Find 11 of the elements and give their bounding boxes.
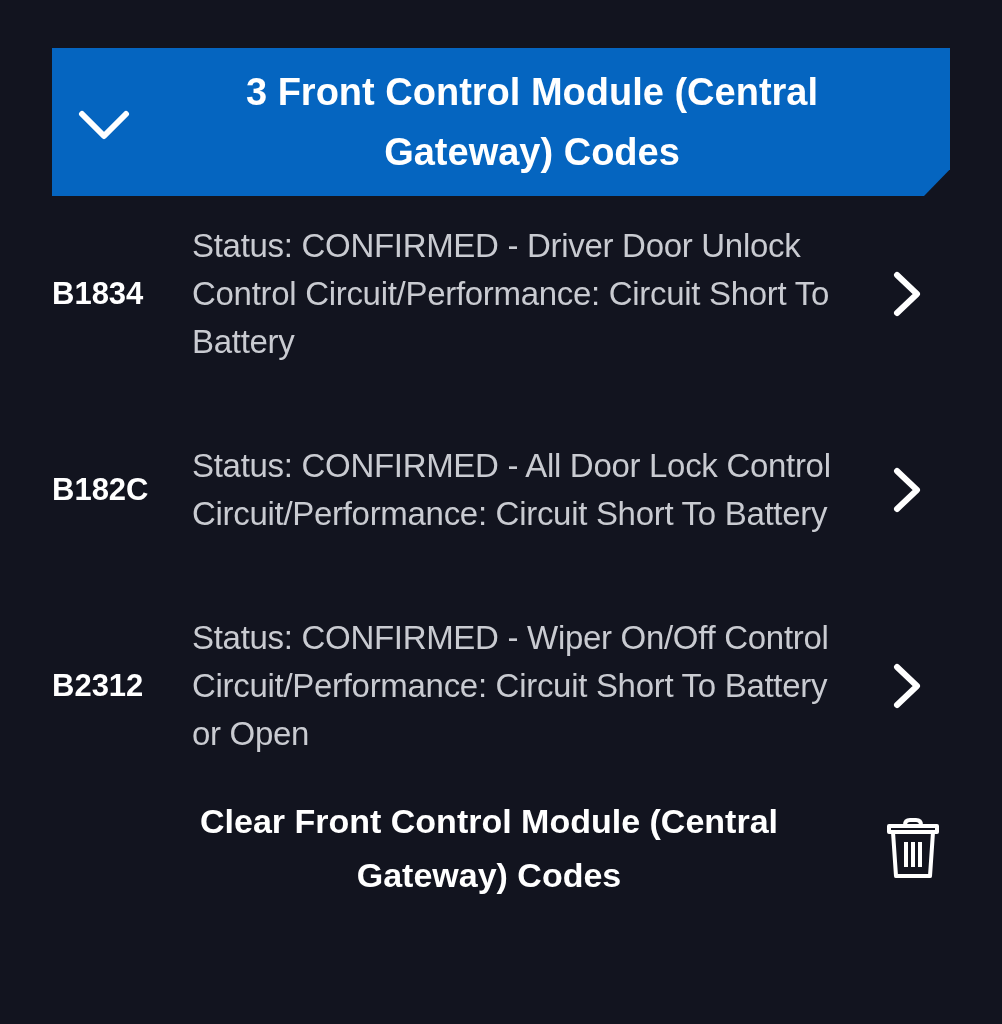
code-description: Status: CONFIRMED - All Door Lock Control Circuit/Performance: Circuit Short To Battery <box>192 446 832 534</box>
code-label: B182C <box>52 472 150 508</box>
clear-codes-link[interactable]: Clear Front Control Module (Central Gateway) Codes <box>52 794 886 902</box>
code-description: Status: CONFIRMED - Driver Door Unlock Control Circuit/Performance: Circuit Short To Battery <box>192 226 830 362</box>
trash-icon[interactable] <box>886 817 940 879</box>
section-title: 3 Front Control Module (Central Gateway) Codes <box>244 70 820 175</box>
chevron-icon <box>78 110 130 142</box>
code-description: Status: CONFIRMED - Wiper On/Off Control Circuit/Performance: Circuit Short To Battery or Open <box>192 618 830 754</box>
code-label: B1834 <box>52 276 145 312</box>
code-label: B2312 <box>52 668 145 704</box>
section-header[interactable]: 3 Front Control Module (Central Gateway) Codes <box>52 48 950 196</box>
